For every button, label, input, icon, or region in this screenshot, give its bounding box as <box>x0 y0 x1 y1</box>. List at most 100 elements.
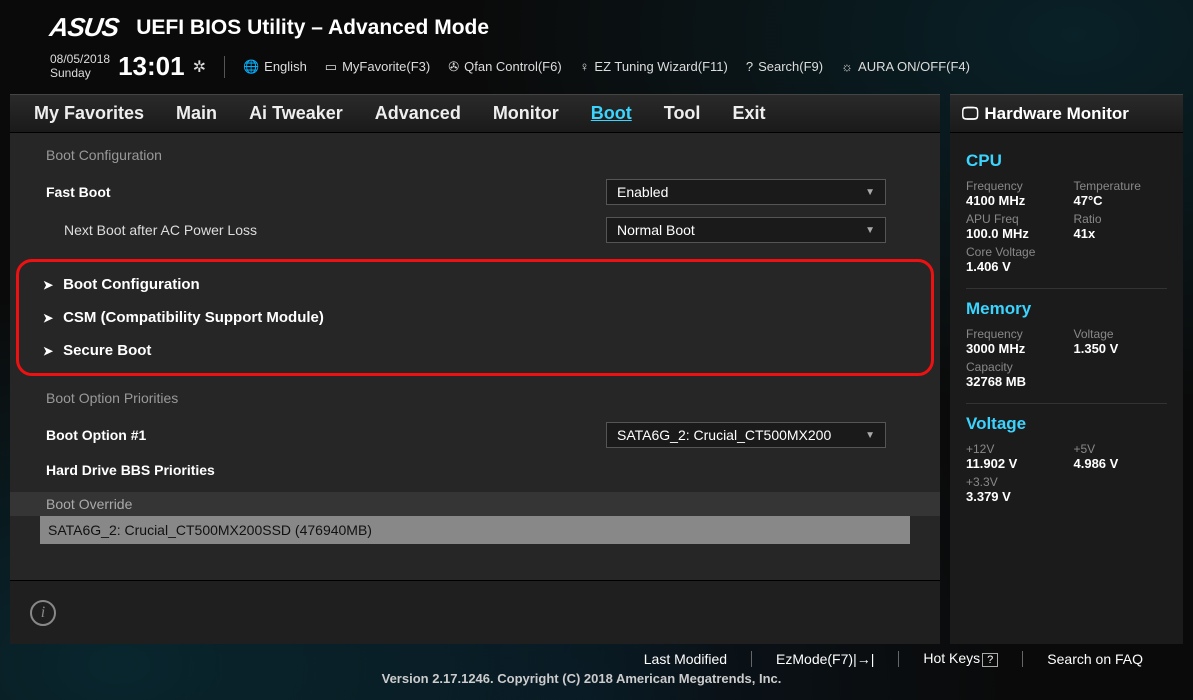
mem-freq-value: 3000 MHz <box>966 341 1060 356</box>
ezmode-button[interactable]: EzMode(F7)|→| <box>776 651 874 667</box>
caret-right-icon: ➤ <box>43 344 53 358</box>
tab-my-favorites[interactable]: My Favorites <box>34 103 144 124</box>
section-boot-config: Boot Configuration <box>10 143 940 173</box>
language-label: English <box>264 59 307 74</box>
ratio-value: 41x <box>1074 226 1168 241</box>
tab-main[interactable]: Main <box>176 103 217 124</box>
apu-freq-label: APU Freq <box>966 212 1060 226</box>
info-bar: i <box>10 580 940 644</box>
v12-value: 11.902 V <box>966 456 1060 471</box>
cpu-temp-value: 47°C <box>1074 193 1168 208</box>
hotkeys-button[interactable]: Hot Keys? <box>923 650 998 667</box>
datetime: 08/05/2018 Sunday 13:01 ✲ <box>50 51 206 82</box>
fast-boot-label: Fast Boot <box>46 184 606 200</box>
ratio-label: Ratio <box>1074 212 1168 226</box>
row-fast-boot: Fast Boot Enabled ▼ <box>10 173 940 211</box>
subheader: 08/05/2018 Sunday 13:01 ✲ 🌐 English ▭ My… <box>0 51 1193 94</box>
v5-label: +5V <box>1074 442 1168 456</box>
favorite-icon: ▭ <box>325 59 337 75</box>
submenu-label: CSM (Compatibility Support Module) <box>63 309 324 326</box>
version-text: Version 2.17.1246. Copyright (C) 2018 Am… <box>382 671 782 686</box>
clock: 13:01 <box>118 51 185 82</box>
main-panel: Boot Configuration Fast Boot Enabled ▼ N… <box>10 133 940 644</box>
globe-icon: 🌐 <box>243 59 259 75</box>
core-voltage-value: 1.406 V <box>966 259 1060 274</box>
myfavorite-button[interactable]: ▭ MyFavorite(F3) <box>325 59 430 75</box>
row-boot-option-1: Boot Option #1 SATA6G_2: Crucial_CT500MX… <box>10 416 940 454</box>
search-button[interactable]: ? Search(F9) <box>746 59 823 74</box>
aura-icon: ☼ <box>841 59 853 74</box>
fast-boot-value: Enabled <box>617 184 668 200</box>
favorite-label: MyFavorite(F3) <box>342 59 430 74</box>
v33-value: 3.379 V <box>966 489 1060 504</box>
tab-tool[interactable]: Tool <box>664 103 701 124</box>
day-text: Sunday <box>50 67 110 80</box>
submenu-csm[interactable]: ➤ CSM (Compatibility Support Module) <box>43 301 907 334</box>
mem-cap-label: Capacity <box>966 360 1060 374</box>
aura-button[interactable]: ☼ AURA ON/OFF(F4) <box>841 59 970 74</box>
bootopt1-value: SATA6G_2: Crucial_CT500MX200 <box>617 427 831 443</box>
footer: Last Modified EzMode(F7)|→| Hot Keys? Se… <box>0 644 1193 700</box>
fast-boot-select[interactable]: Enabled ▼ <box>606 179 886 205</box>
search-faq-button[interactable]: Search on FAQ <box>1047 651 1143 667</box>
bootopt1-label: Boot Option #1 <box>46 427 606 443</box>
monitor-icon: 🖵 <box>962 104 978 124</box>
boot-override-item[interactable]: SATA6G_2: Crucial_CT500MX200SSD (476940M… <box>40 516 910 544</box>
mem-cap-value: 32768 MB <box>966 374 1060 389</box>
caret-right-icon: ➤ <box>43 278 53 292</box>
submenu-label: Boot Configuration <box>63 276 200 293</box>
tab-monitor[interactable]: Monitor <box>493 103 559 124</box>
mem-volt-value: 1.350 V <box>1074 341 1168 356</box>
v33-label: +3.3V <box>966 475 1060 489</box>
row-next-boot: Next Boot after AC Power Loss Normal Boo… <box>10 211 940 249</box>
info-icon: i <box>30 600 56 626</box>
next-boot-value: Normal Boot <box>617 222 695 238</box>
v5-value: 4.986 V <box>1074 456 1168 471</box>
brand-logo: ASUS <box>48 12 121 43</box>
qfan-button[interactable]: ✇ Qfan Control(F6) <box>448 59 561 75</box>
mem-volt-label: Voltage <box>1074 327 1168 341</box>
caret-right-icon: ➤ <box>43 311 53 325</box>
apu-freq-value: 100.0 MHz <box>966 226 1060 241</box>
cpu-freq-value: 4100 MHz <box>966 193 1060 208</box>
tab-advanced[interactable]: Advanced <box>375 103 461 124</box>
highlighted-submenus: ➤ Boot Configuration ➤ CSM (Compatibilit… <box>16 259 934 376</box>
submenu-secure-boot[interactable]: ➤ Secure Boot <box>43 334 907 367</box>
mem-freq-label: Frequency <box>966 327 1060 341</box>
tab-ai-tweaker[interactable]: Ai Tweaker <box>249 103 343 124</box>
tab-boot[interactable]: Boot <box>591 103 632 124</box>
chevron-down-icon: ▼ <box>865 225 875 236</box>
language-button[interactable]: 🌐 English <box>243 59 307 75</box>
hwmon-title-text: Hardware Monitor <box>984 104 1129 124</box>
next-boot-select[interactable]: Normal Boot ▼ <box>606 217 886 243</box>
fan-icon: ✇ <box>448 59 459 75</box>
chevron-down-icon: ▼ <box>865 187 875 198</box>
submenu-boot-configuration[interactable]: ➤ Boot Configuration <box>43 268 907 301</box>
gear-icon[interactable]: ✲ <box>193 57 206 77</box>
cpu-temp-label: Temperature <box>1074 179 1168 193</box>
app-title: UEFI BIOS Utility – Advanced Mode <box>136 16 489 40</box>
hwmon-header: 🖵 Hardware Monitor <box>950 94 1183 133</box>
nav-tabs: My Favorites Main Ai Tweaker Advanced Mo… <box>10 94 940 133</box>
wand-icon: ♀ <box>580 59 590 74</box>
date-text: 08/05/2018 <box>50 53 110 66</box>
aura-label: AURA ON/OFF(F4) <box>858 59 970 74</box>
eztune-label: EZ Tuning Wizard(F11) <box>594 59 727 74</box>
core-voltage-label: Core Voltage <box>966 245 1060 259</box>
row-bbs-priorities[interactable]: Hard Drive BBS Priorities <box>10 454 940 486</box>
submenu-label: Secure Boot <box>63 342 151 359</box>
v12-label: +12V <box>966 442 1060 456</box>
last-modified-button[interactable]: Last Modified <box>644 651 727 667</box>
voltage-heading: Voltage <box>966 414 1167 434</box>
question-icon: ? <box>982 653 998 667</box>
chevron-down-icon: ▼ <box>865 430 875 441</box>
cpu-freq-label: Frequency <box>966 179 1060 193</box>
section-boot-override: Boot Override <box>10 492 940 516</box>
eztuning-button[interactable]: ♀ EZ Tuning Wizard(F11) <box>580 59 728 74</box>
cpu-heading: CPU <box>966 151 1167 171</box>
tab-exit[interactable]: Exit <box>732 103 765 124</box>
bootopt1-select[interactable]: SATA6G_2: Crucial_CT500MX200 ▼ <box>606 422 886 448</box>
search-label: Search(F9) <box>758 59 823 74</box>
search-icon: ? <box>746 59 753 74</box>
section-boot-priorities: Boot Option Priorities <box>10 382 940 416</box>
